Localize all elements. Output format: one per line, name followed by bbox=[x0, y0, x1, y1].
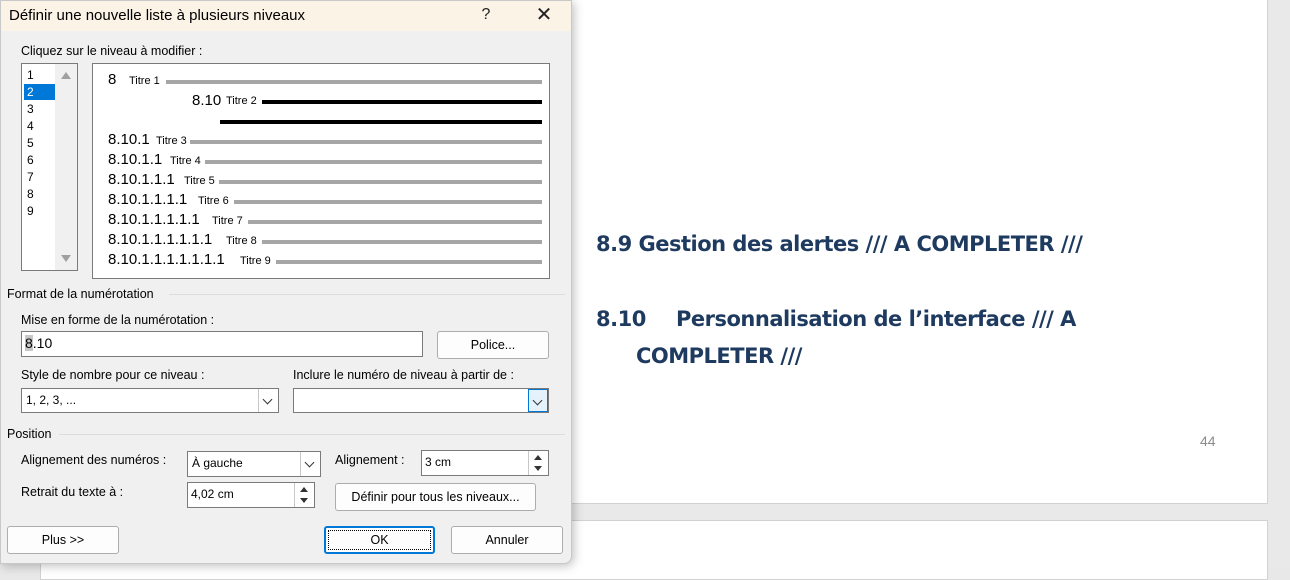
scroll-up-icon[interactable] bbox=[61, 72, 71, 79]
position-section-label: Position bbox=[7, 427, 52, 441]
preview-line bbox=[234, 200, 542, 204]
preview-number-9: 8.10.1.1.1.1.1.1.1 bbox=[108, 251, 225, 268]
number-style-dropdown[interactable] bbox=[258, 389, 278, 412]
spin-down-icon[interactable] bbox=[534, 466, 542, 471]
click-level-label: Cliquez sur le niveau à modifier : bbox=[21, 44, 203, 58]
include-level-dropdown[interactable] bbox=[528, 389, 548, 412]
chevron-down-icon bbox=[532, 395, 543, 406]
ok-button-label: OK bbox=[370, 533, 389, 547]
preview-line bbox=[166, 80, 542, 84]
close-icon[interactable]: ✕ bbox=[529, 4, 559, 28]
preview-label-7: Titre 7 bbox=[212, 215, 243, 227]
dialog-titlebar[interactable]: Définir une nouvelle liste à plusieurs n… bbox=[1, 1, 571, 31]
spin-up-icon[interactable] bbox=[534, 455, 542, 460]
level-item[interactable]: 7 bbox=[24, 169, 56, 185]
section-divider bbox=[59, 434, 565, 435]
preview-label-8: Titre 8 bbox=[226, 235, 257, 247]
level-item[interactable]: 5 bbox=[24, 135, 56, 151]
text-indent-spinner[interactable]: 4,02 cm bbox=[187, 482, 315, 508]
preview-line bbox=[262, 240, 542, 244]
alignment-value: 3 cm bbox=[425, 455, 452, 469]
preview-line-bold bbox=[262, 100, 542, 104]
alignment-label: Alignement : bbox=[335, 453, 405, 467]
scroll-down-icon[interactable] bbox=[61, 255, 71, 262]
preview-number-5: 8.10.1.1.1 bbox=[108, 171, 175, 188]
preview-number-3: 8.10.1 bbox=[108, 131, 150, 148]
level-item[interactable]: 9 bbox=[24, 203, 56, 219]
include-level-label: Inclure le numéro de niveau à partir de … bbox=[293, 368, 514, 382]
ok-button[interactable]: OK bbox=[324, 526, 435, 554]
level-item[interactable]: 6 bbox=[24, 152, 56, 168]
preview-number-1: 8 bbox=[108, 71, 117, 88]
alignment-numbers-value: À gauche bbox=[192, 456, 243, 470]
alignment-spinner[interactable]: 3 cm bbox=[421, 450, 549, 476]
number-format-value: .10 bbox=[32, 335, 53, 351]
preview-label-2: Titre 2 bbox=[226, 95, 257, 107]
heading-8-10-continuation: COMPLETER /// bbox=[636, 344, 802, 368]
preview-line bbox=[190, 140, 542, 144]
level-item[interactable]: 8 bbox=[24, 186, 56, 202]
text-indent-spin-buttons[interactable] bbox=[294, 483, 314, 507]
preview-label-5: Titre 5 bbox=[184, 175, 215, 187]
preview-label-3: Titre 3 bbox=[156, 135, 187, 147]
level-item-selected[interactable]: 2 bbox=[24, 84, 56, 100]
chevron-down-icon bbox=[262, 394, 273, 405]
alignment-numbers-dropdown[interactable] bbox=[300, 452, 320, 476]
heading-8-10-text: Personnalisation de l’interface /// A bbox=[676, 307, 1076, 331]
level-item[interactable]: 4 bbox=[24, 118, 56, 134]
section-divider bbox=[169, 294, 565, 295]
heading-8-10-number: 8.10 bbox=[596, 307, 646, 331]
preview-line-bold bbox=[220, 120, 542, 124]
preview-number-2: 8.10 bbox=[192, 92, 222, 109]
number-format-input[interactable]: 8.10 bbox=[21, 331, 423, 357]
level-item[interactable]: 3 bbox=[24, 101, 56, 117]
number-style-value: 1, 2, 3, ... bbox=[26, 393, 77, 407]
text-indent-value: 4,02 cm bbox=[191, 487, 234, 501]
level-item[interactable]: 1 bbox=[24, 67, 56, 83]
preview-line bbox=[219, 180, 542, 184]
level-list[interactable]: 1 2 3 4 5 6 7 8 9 bbox=[21, 63, 78, 271]
chevron-down-icon bbox=[304, 457, 315, 468]
multilevel-list-dialog: Définir une nouvelle liste à plusieurs n… bbox=[0, 0, 572, 564]
preview-line bbox=[276, 260, 542, 264]
more-button[interactable]: Plus >> bbox=[7, 526, 119, 554]
alignment-numbers-select[interactable]: À gauche bbox=[187, 451, 321, 477]
preview-line bbox=[205, 160, 542, 164]
page-number: 44 bbox=[1200, 433, 1216, 449]
include-level-select[interactable] bbox=[293, 388, 549, 413]
number-style-select[interactable]: 1, 2, 3, ... bbox=[21, 388, 279, 413]
preview-number-8: 8.10.1.1.1.1.1.1 bbox=[108, 231, 213, 248]
cancel-button[interactable]: Annuler bbox=[451, 526, 563, 554]
level-list-scrollbar[interactable] bbox=[55, 64, 77, 270]
dialog-title: Définir une nouvelle liste à plusieurs n… bbox=[9, 7, 306, 24]
preview-number-6: 8.10.1.1.1.1 bbox=[108, 191, 188, 208]
help-icon[interactable]: ? bbox=[471, 4, 501, 28]
spin-up-icon[interactable] bbox=[300, 487, 308, 492]
list-preview: 8 Titre 1 8.10 Titre 2 8.10.1 Titre 3 8.… bbox=[92, 63, 550, 279]
preview-number-7: 8.10.1.1.1.1.1 bbox=[108, 211, 200, 228]
preview-number-4: 8.10.1.1 bbox=[108, 151, 163, 168]
text-indent-label: Retrait du texte à : bbox=[21, 485, 124, 499]
number-style-label: Style de nombre pour ce niveau : bbox=[21, 368, 205, 382]
preview-label-1: Titre 1 bbox=[129, 75, 160, 87]
preview-label-6: Titre 6 bbox=[198, 195, 229, 207]
preview-label-4: Titre 4 bbox=[170, 155, 201, 167]
numbering-format-section-label: Format de la numérotation bbox=[7, 287, 154, 301]
alignment-spin-buttons[interactable] bbox=[528, 451, 548, 475]
alignment-numbers-label: Alignement des numéros : bbox=[21, 453, 167, 467]
heading-8-9: 8.9 Gestion des alertes /// A COMPLETER … bbox=[596, 232, 1083, 256]
preview-label-9: Titre 9 bbox=[240, 255, 271, 267]
number-format-highlight: 8 bbox=[25, 335, 33, 351]
number-format-label: Mise en forme de la numérotation : bbox=[21, 313, 215, 327]
font-button[interactable]: Police... bbox=[437, 331, 549, 359]
set-all-levels-button[interactable]: Définir pour tous les niveaux... bbox=[335, 483, 536, 511]
spin-down-icon[interactable] bbox=[300, 498, 308, 503]
preview-line bbox=[248, 220, 542, 224]
